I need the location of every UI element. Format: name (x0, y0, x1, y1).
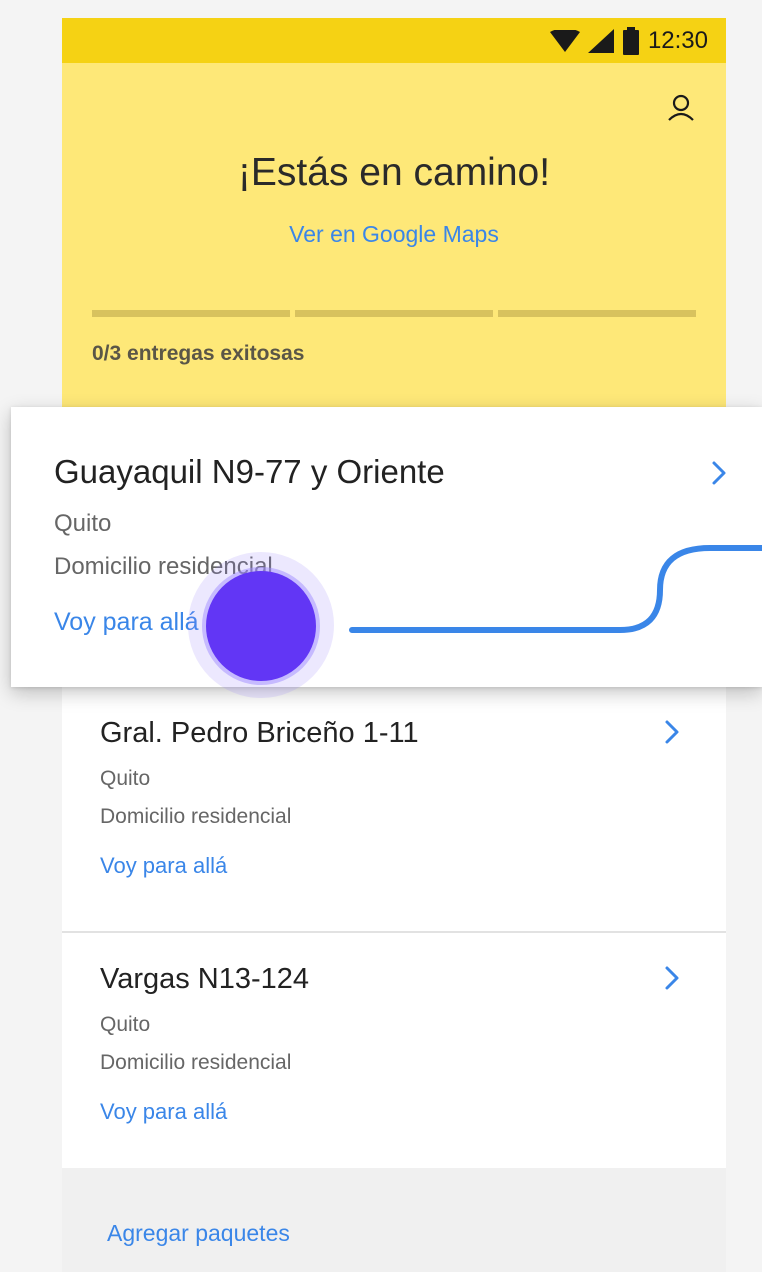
go-there-button[interactable]: Voy para allá (100, 853, 227, 879)
progress-segment (92, 310, 290, 317)
chevron-right-icon[interactable] (662, 717, 682, 747)
go-there-button[interactable]: Voy para allá (54, 608, 199, 637)
progress-label: 0/3 entregas exitosas (92, 342, 305, 365)
delivery-type: Domicilio residencial (100, 1051, 292, 1074)
status-bar: 12:30 (62, 18, 726, 63)
delivery-address: Gral. Pedro Briceño 1-11 (100, 717, 419, 749)
delivery-progress-bar (92, 310, 696, 317)
page-title: ¡Estás en camino! (237, 151, 551, 194)
profile-icon[interactable] (666, 93, 696, 123)
delivery-card-selected[interactable]: Guayaquil N9-77 y Oriente Quito Domicili… (11, 407, 762, 687)
delivery-address: Guayaquil N9-77 y Oriente (54, 453, 445, 490)
chevron-right-icon[interactable] (662, 963, 682, 993)
footer: Agregar paquetes (62, 1168, 726, 1272)
progress-segment (295, 310, 493, 317)
route-header: ¡Estás en camino! Ver en Google Maps 0/3… (62, 63, 726, 408)
status-time: 12:30 (647, 27, 708, 54)
touch-indicator (206, 571, 316, 681)
signal-icon (587, 29, 614, 53)
add-packages-button[interactable]: Agregar paquetes (107, 1220, 290, 1247)
delivery-list: Gral. Pedro Briceño 1-11 Quito Domicilio… (62, 687, 726, 1179)
delivery-city: Quito (100, 767, 151, 790)
google-maps-link[interactable]: Ver en Google Maps (62, 221, 726, 248)
wifi-icon (549, 30, 580, 52)
battery-icon (622, 27, 639, 55)
delivery-city: Quito (54, 510, 112, 537)
progress-segment (498, 310, 696, 317)
go-there-button[interactable]: Voy para allá (100, 1099, 227, 1125)
delivery-card[interactable]: Gral. Pedro Briceño 1-11 Quito Domicilio… (62, 687, 726, 933)
delivery-type: Domicilio residencial (100, 805, 292, 828)
chevron-right-icon[interactable] (708, 457, 730, 489)
delivery-card[interactable]: Vargas N13-124 Quito Domicilio residenci… (62, 933, 726, 1179)
status-icons: 12:30 (549, 26, 708, 56)
delivery-address: Vargas N13-124 (100, 963, 310, 995)
delivery-city: Quito (100, 1013, 151, 1036)
